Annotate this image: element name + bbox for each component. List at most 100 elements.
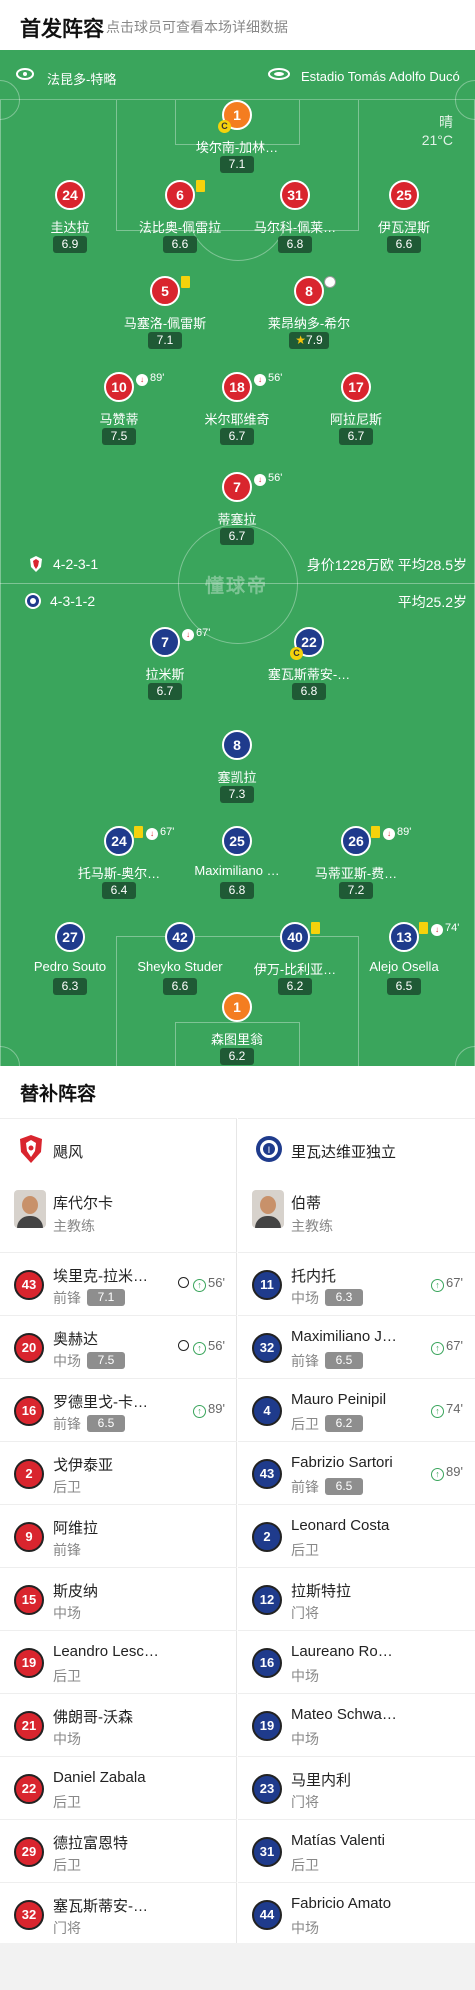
bench-player-row[interactable]: 22 Daniel Zabala 后卫	[0, 1756, 237, 1819]
away-coach-row[interactable]: 伯蒂 主教练	[238, 1178, 475, 1252]
jersey-number: 1	[222, 992, 252, 1022]
jersey-number: 12	[252, 1585, 282, 1615]
jersey-number: 25	[222, 826, 252, 856]
bench-player-row[interactable]: 19 Mateo Schwa… 中场	[238, 1693, 475, 1756]
away-player-1[interactable]: 1 森图里翁 6.2	[172, 992, 302, 1066]
home-formation-text: 4-2-3-1	[53, 556, 99, 572]
player-name: Daniel Zabala	[53, 1769, 146, 1786]
away-player-24[interactable]: 24 ↓ 67' 托马斯-奥尔… 6.4	[54, 826, 184, 906]
player-name: Matías Valenti	[291, 1832, 385, 1849]
away-player-22[interactable]: 22 C 塞瓦斯蒂安-… 6.8	[244, 627, 374, 707]
jersey-number: 2	[14, 1459, 44, 1489]
sub-minute: 74'	[446, 1401, 463, 1416]
jersey-number: 10	[104, 372, 134, 402]
away-player-7[interactable]: 7 ↓ 67' 拉米斯 6.7	[100, 627, 230, 707]
venue-bar: 法昆多-特略 Estadio Tomás Adolfo Ducó	[0, 50, 475, 100]
home-player-17[interactable]: 17 阿拉尼斯 6.7	[291, 372, 421, 452]
bench-player-row[interactable]: 16 Laureano Ro… 中场	[238, 1630, 475, 1693]
player-position: 中场	[291, 1731, 319, 1747]
bench-player-row[interactable]: 31 Matías Valenti 后卫	[238, 1819, 475, 1882]
away-formation-text: 4-3-1-2	[50, 593, 96, 609]
home-team-row[interactable]: 飓风	[0, 1118, 237, 1178]
home-player-25[interactable]: 25 伊瓦涅斯 6.6	[339, 180, 469, 260]
player-position: 前锋	[53, 1290, 81, 1306]
temperature: 21°C	[421, 132, 453, 148]
home-player-7[interactable]: 7 ↓ 56' 蒂塞拉 6.7	[172, 472, 302, 552]
bench-player-row[interactable]: 11 托内托 中场 6.3 ↑ 67'	[238, 1252, 475, 1315]
away-player-25[interactable]: 25 Maximiliano … 6.8	[172, 826, 302, 906]
player-rating: 7.5	[87, 1352, 125, 1369]
captain-badge: C	[218, 120, 231, 133]
bench-player-row[interactable]: 4 Mauro Peinipil 后卫 6.2 ↑ 74'	[238, 1378, 475, 1441]
away-player-8[interactable]: 8 塞凯拉 7.3	[172, 730, 302, 810]
bench-player-row[interactable]: 16 罗德里戈-卡… 前锋 6.5 ↑ 89'	[0, 1378, 237, 1441]
bench-player-row[interactable]: 43 埃里克-拉米… 前锋 7.1 ↑ 56'	[0, 1252, 237, 1315]
home-player-18[interactable]: 18 ↓ 56' 米尔耶维奇 6.7	[172, 372, 302, 452]
jersey-number: 26	[341, 826, 371, 856]
home-formation: 4-2-3-1	[27, 555, 98, 573]
jersey-number: 44	[252, 1900, 282, 1930]
home-player-6[interactable]: 6 法比奥-佩雷拉 6.6	[115, 180, 245, 260]
jersey-number: 16	[252, 1648, 282, 1678]
bench-player-row[interactable]: 44 Fabricio Amato 中场	[238, 1882, 475, 1945]
sub-in-indicator: ↑ 56'	[178, 1338, 225, 1355]
sub-minute: 67'	[446, 1275, 463, 1290]
away-player-42[interactable]: 42 Sheyko Studer 6.6	[115, 922, 245, 1002]
player-rating: 6.6	[163, 236, 197, 253]
player-position: 中场	[53, 1605, 81, 1621]
yellow-card-icon	[419, 922, 428, 934]
player-rating: 6.7	[339, 428, 373, 445]
home-player-8[interactable]: 8 莱昂纳多-希尔 ★7.9	[244, 276, 374, 356]
bench-player-row[interactable]: 43 Fabrizio Sartori 前锋 6.5 ↑ 89'	[238, 1441, 475, 1504]
player-position: 后卫	[53, 1668, 81, 1684]
away-team-row[interactable]: I 里瓦达维亚独立	[238, 1118, 475, 1178]
bench-player-row[interactable]: 23 马里内利 门将	[238, 1756, 475, 1819]
player-name: 米尔耶维奇	[204, 412, 270, 427]
sub-in-icon: ↑	[431, 1468, 445, 1481]
away-player-26[interactable]: 26 ↓ 89' 马蒂亚斯-费… 7.2	[291, 826, 421, 906]
jersey-number: 43	[14, 1270, 44, 1300]
player-rating: 6.8	[292, 683, 326, 700]
player-name: 马赞蒂	[99, 412, 139, 427]
player-rating: ★7.9	[289, 332, 329, 349]
player-name: Laureano Ro…	[291, 1643, 393, 1660]
player-name: 塞瓦斯蒂安-…	[267, 667, 351, 682]
player-position: 后卫	[291, 1416, 319, 1432]
player-rating-value: 7.9	[306, 333, 323, 347]
jersey-number: 13	[389, 922, 419, 952]
away-player-13[interactable]: 13 ↓ 74' Alejo Osella 6.5	[339, 922, 469, 1002]
player-name: 罗德里戈-卡…	[53, 1394, 148, 1411]
home-coach-row[interactable]: 库代尔卡 主教练	[0, 1178, 237, 1252]
bench-player-row[interactable]: 19 Leandro Lesc… 后卫	[0, 1630, 237, 1693]
bench-player-row[interactable]: 20 奥赫达 中场 7.5 ↑ 56'	[0, 1315, 237, 1378]
yellow-card-icon	[134, 826, 143, 838]
bench-player-row[interactable]: 21 佛朗哥-沃森 中场	[0, 1693, 237, 1756]
bench-player-row[interactable]: 12 拉斯特拉 门将	[238, 1567, 475, 1630]
home-player-1[interactable]: 1 C 埃尔南-加林… 7.1	[172, 100, 302, 180]
whistle-icon	[16, 68, 34, 80]
bench-player-row[interactable]: 29 德拉富恩特 后卫	[0, 1819, 237, 1882]
team-name: 飓风	[53, 1144, 84, 1161]
bench-player-row[interactable]: 2 戈伊泰亚 后卫	[0, 1441, 237, 1504]
bench-player-row[interactable]: 32 Maximiliano J… 前锋 6.5 ↑ 67'	[238, 1315, 475, 1378]
bench-player-row[interactable]: 15 斯皮纳 中场	[0, 1567, 237, 1630]
coach-name: 伯蒂	[291, 1195, 322, 1212]
sub-in-indicator: ↑ 89'	[193, 1401, 225, 1418]
bench-player-row[interactable]: 9 阿维拉 前锋	[0, 1504, 237, 1567]
player-name: Fabricio Amato	[291, 1895, 392, 1912]
sub-out-indicator: ↓ 89'	[383, 826, 411, 840]
jersey-number: 8	[294, 276, 324, 306]
sub-minute: 74'	[445, 922, 460, 934]
bench-player-row[interactable]: 2 Leonard Costa 后卫	[238, 1504, 475, 1567]
yellow-card-icon	[371, 826, 380, 838]
home-player-5[interactable]: 5 马塞洛-佩雷斯 7.1	[100, 276, 230, 356]
captain-badge: C	[290, 647, 303, 660]
player-name: 马蒂亚斯-费…	[314, 866, 398, 881]
home-player-10[interactable]: 10 ↓ 89' 马赞蒂 7.5	[54, 372, 184, 452]
jersey-number: 27	[55, 922, 85, 952]
home-team-logo-icon	[30, 556, 42, 572]
sub-out-indicator: ↓ 67'	[146, 826, 174, 840]
bench-player-row[interactable]: 32 塞瓦斯蒂安-… 门将	[0, 1882, 237, 1945]
svg-text:I: I	[268, 1146, 271, 1156]
sub-minute: 67'	[196, 627, 211, 639]
